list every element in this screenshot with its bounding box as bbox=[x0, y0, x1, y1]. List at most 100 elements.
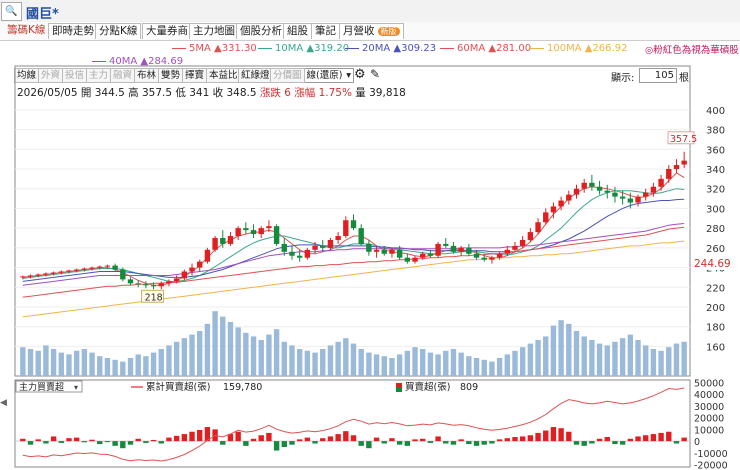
net-legend-value: 809 bbox=[460, 382, 478, 393]
net-legend-swatch-down bbox=[396, 388, 402, 392]
volume-bar bbox=[112, 359, 118, 376]
net-buy-bar bbox=[596, 438, 603, 442]
net-buy-bar bbox=[443, 441, 449, 444]
net-buy-bar bbox=[519, 436, 526, 442]
net-buy-bar bbox=[143, 441, 149, 443]
candle-body bbox=[112, 265, 118, 270]
candle-body bbox=[666, 169, 672, 179]
volume-bar bbox=[135, 354, 141, 376]
candle-body bbox=[43, 273, 49, 275]
net-buy-bar bbox=[604, 437, 610, 442]
net-buy-bar bbox=[366, 441, 372, 449]
candle-body bbox=[289, 251, 295, 256]
y-tick-label: 200 bbox=[706, 303, 725, 314]
net-buy-bar bbox=[320, 438, 326, 442]
volume-bar bbox=[450, 349, 457, 376]
net-buy-bar bbox=[58, 441, 64, 443]
net-buy-bar bbox=[266, 432, 272, 442]
net-buy-bar bbox=[627, 438, 634, 442]
volume-bar bbox=[281, 341, 287, 376]
candle-body bbox=[266, 226, 272, 229]
candle-body bbox=[643, 192, 649, 197]
candle-body bbox=[558, 200, 564, 207]
net-buy-bar bbox=[643, 435, 649, 442]
candle-body bbox=[366, 243, 372, 252]
volume-bar bbox=[104, 358, 111, 376]
volume-bar bbox=[189, 334, 195, 376]
volume-bar bbox=[158, 349, 164, 376]
volume-bar bbox=[120, 361, 126, 376]
volume-bar bbox=[143, 356, 149, 376]
sub-select-label: 主力買賣超 bbox=[19, 381, 64, 393]
candle-body bbox=[127, 279, 134, 284]
net-buy-bar bbox=[512, 437, 518, 442]
volume-bar bbox=[427, 352, 434, 376]
net-buy-bar bbox=[427, 441, 434, 443]
volume-bar bbox=[404, 350, 411, 376]
volume-bar bbox=[420, 349, 426, 376]
sub-y-tick-label: 50000 bbox=[694, 378, 724, 389]
net-buy-bar bbox=[389, 438, 395, 442]
volume-bar bbox=[89, 352, 95, 376]
volume-bar bbox=[566, 323, 572, 376]
net-buy-bar bbox=[581, 441, 587, 446]
candle-body bbox=[227, 236, 234, 244]
cum-legend-value: 159,780 bbox=[223, 382, 262, 393]
volume-bar bbox=[27, 349, 34, 376]
net-buy-bar bbox=[573, 441, 580, 445]
candle-body bbox=[589, 182, 595, 187]
net-buy-bar bbox=[112, 441, 118, 446]
net-buy-bar bbox=[166, 437, 172, 442]
y-tick-label: 400 bbox=[706, 106, 725, 117]
net-buy-bar bbox=[197, 429, 203, 442]
net-buy-bar bbox=[127, 441, 134, 445]
y-tick-label: 340 bbox=[706, 165, 725, 176]
candle-body bbox=[81, 268, 88, 270]
candle-body bbox=[596, 186, 603, 191]
candle-body bbox=[143, 284, 149, 286]
y-tick-label: 380 bbox=[706, 126, 725, 137]
net-buy-bar bbox=[635, 436, 641, 442]
volume-bar bbox=[527, 343, 534, 376]
volume-bar bbox=[220, 316, 226, 376]
volume-bar bbox=[243, 332, 249, 376]
candle-body bbox=[481, 257, 487, 260]
volume-bar bbox=[519, 347, 526, 376]
net-buy-bar bbox=[412, 439, 418, 442]
volume-bar bbox=[166, 345, 172, 376]
net-legend-swatch-up bbox=[396, 383, 402, 388]
candle-body bbox=[435, 243, 441, 256]
candle-body bbox=[189, 267, 195, 272]
candle-body bbox=[358, 228, 364, 244]
net-buy-bar bbox=[527, 435, 534, 442]
candle-body bbox=[658, 178, 664, 187]
net-buy-bar bbox=[650, 434, 657, 442]
candle-body bbox=[296, 255, 303, 258]
volume-bar bbox=[97, 356, 103, 376]
net-buy-bar bbox=[173, 435, 180, 442]
candle-body bbox=[204, 249, 211, 262]
net-legend-label: 買賣超(張) bbox=[405, 381, 450, 393]
volume-bar bbox=[327, 345, 334, 376]
y-tick-label: 320 bbox=[706, 185, 725, 196]
candle-body bbox=[612, 192, 618, 197]
volume-bar bbox=[350, 343, 357, 376]
candle-body bbox=[427, 253, 434, 256]
net-buy-bar bbox=[358, 441, 364, 446]
candle-body bbox=[320, 245, 326, 248]
volume-bar bbox=[389, 358, 395, 376]
volume-bar bbox=[181, 338, 188, 376]
net-buy-bar bbox=[158, 441, 164, 444]
volume-bar bbox=[50, 349, 57, 376]
net-buy-bar bbox=[150, 439, 157, 442]
candle-body bbox=[504, 249, 510, 254]
net-buy-bar bbox=[435, 436, 441, 442]
candle-body bbox=[158, 283, 164, 287]
volume-bar bbox=[604, 345, 610, 376]
net-buy-bar bbox=[343, 431, 349, 442]
candle-body bbox=[496, 253, 503, 258]
y-tick-label: 300 bbox=[706, 204, 725, 215]
volume-bar bbox=[250, 336, 257, 376]
net-buy-bar bbox=[258, 435, 264, 442]
net-buy-bar bbox=[566, 431, 572, 442]
